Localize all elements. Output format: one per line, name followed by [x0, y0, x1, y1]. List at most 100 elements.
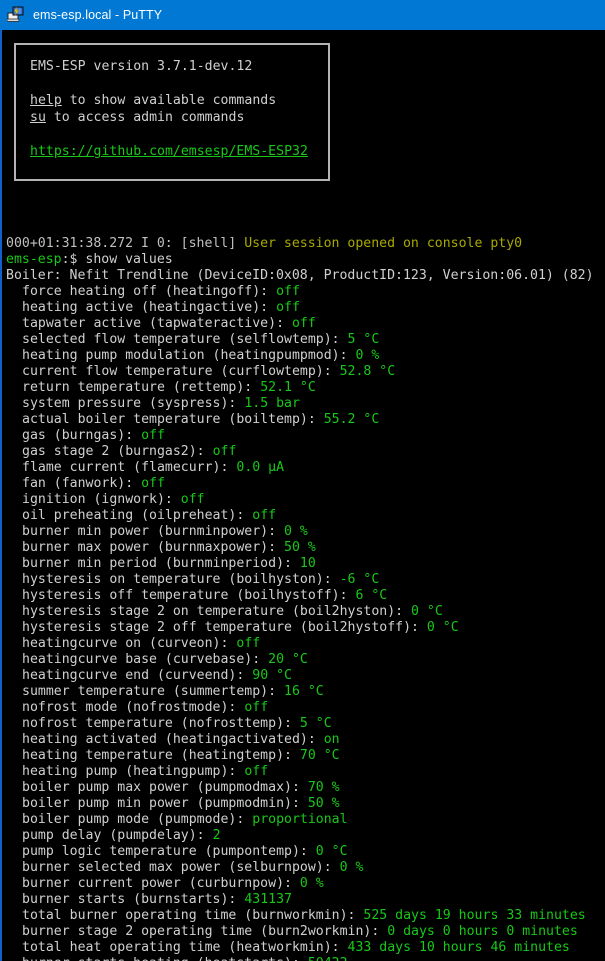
device-value-value: off	[180, 492, 205, 507]
device-value-row: heating active (heatingactive): off	[6, 300, 605, 316]
window-title-bar[interactable]: ems-esp.local - PuTTY	[0, 0, 605, 30]
device-value-row: total heat operating time (heatworkmin):…	[6, 940, 605, 956]
terminal-output: 000+01:31:38.272 I 0: [shell] User sessi…	[2, 236, 605, 961]
prompt-separator: :$	[61, 252, 86, 267]
device-value-row: flame current (flamecurr): 0.0 µA	[6, 460, 605, 476]
device-value-list: force heating off (heatingoff): off heati…	[6, 284, 605, 961]
device-value-label: selected flow temperature (selflowtemp):	[22, 332, 348, 347]
welcome-spacer-1	[30, 75, 328, 92]
welcome-url-line: https://github.com/emsesp/EMS-ESP32	[30, 143, 328, 160]
github-url-link[interactable]: https://github.com/emsesp/EMS-ESP32	[30, 144, 308, 159]
device-value-row: nofrost mode (nofrostmode): off	[6, 700, 605, 716]
device-value-value: off	[252, 508, 277, 523]
device-value-row: current flow temperature (curflowtemp): …	[6, 364, 605, 380]
prompt-hostname: ems-esp	[6, 252, 62, 267]
device-value-label: burner starts heating (heatstarts):	[22, 956, 308, 961]
shell-prompt-line: ems-esp:$ show values	[6, 252, 605, 268]
device-value-label: burner max power (burnmaxpower):	[22, 540, 285, 555]
device-value-value: 0 %	[355, 348, 380, 363]
device-value-value: 55.2 °C	[323, 412, 380, 427]
device-value-row: gas (burngas): off	[6, 428, 605, 444]
device-value-label: tapwater active (tapwateractive):	[22, 316, 292, 331]
device-value-value: 5 °C	[299, 716, 332, 731]
device-value-label: system pressure (syspress):	[22, 396, 245, 411]
device-value-label: total heat operating time (heatworkmin):	[22, 940, 348, 955]
device-value-label: heatingcurve end (curveend):	[22, 668, 253, 683]
device-value-label: boiler pump max power (pumpmodmax):	[22, 780, 308, 795]
log-message: User session opened on console pty0	[244, 236, 523, 251]
device-value-label: fan (fanwork):	[22, 476, 142, 491]
device-value-row: burner min power (burnminpower): 0 %	[6, 524, 605, 540]
device-value-value: off	[244, 700, 269, 715]
device-value-row: burner stage 2 operating time (burn2work…	[6, 924, 605, 940]
device-value-row: burner min period (burnminperiod): 10	[6, 556, 605, 572]
device-value-value: off	[141, 428, 165, 443]
device-value-label: current flow temperature (curflowtemp):	[22, 364, 340, 379]
device-value-row: boiler pump min power (pumpmodmin): 50 %	[6, 796, 605, 812]
device-value-label: pump delay (pumpdelay):	[22, 828, 213, 843]
device-value-value: 52.8 °C	[339, 364, 396, 379]
welcome-version-line: EMS-ESP version 3.7.1-dev.12	[30, 59, 253, 74]
device-value-label: burner starts (burnstarts):	[22, 892, 245, 907]
device-value-label: heatingcurve on (curveon):	[22, 636, 237, 651]
device-value-row: hysteresis on temperature (boilhyston): …	[6, 572, 605, 588]
device-value-row: heating pump modulation (heatingpumpmod)…	[6, 348, 605, 364]
device-value-label: burner current power (curburnpow):	[22, 876, 300, 891]
device-value-row: summer temperature (summertemp): 16 °C	[6, 684, 605, 700]
device-value-row: force heating off (heatingoff): off	[6, 284, 605, 300]
device-value-value: 433 days 10 hours 46 minutes	[347, 940, 570, 955]
log-tag: [shell]	[180, 236, 245, 251]
device-value-value: 10	[299, 556, 316, 571]
device-value-value: 0 %	[339, 860, 364, 875]
terminal-screen[interactable]: EMS-ESP version 3.7.1-dev.12 help to sho…	[0, 30, 605, 961]
device-value-row: burner current power (curburnpow): 0 %	[6, 876, 605, 892]
device-value-value: 50 %	[284, 540, 316, 555]
device-value-value: 50 %	[307, 796, 340, 811]
device-value-row: heating temperature (heatingtemp): 70 °C	[6, 748, 605, 764]
device-value-value: 0 %	[299, 876, 324, 891]
window-title-text: ems-esp.local - PuTTY	[33, 8, 163, 22]
device-value-label: heating active (heatingactive):	[22, 300, 277, 315]
device-value-label: hysteresis stage 2 off temperature (boil…	[22, 620, 427, 635]
welcome-spacer-2	[30, 126, 328, 143]
su-command-link[interactable]: su	[30, 110, 46, 125]
device-value-value: 2	[212, 828, 221, 843]
device-value-row: tapwater active (tapwateractive): off	[6, 316, 605, 332]
device-value-row: pump logic temperature (pumpontemp): 0 °…	[6, 844, 605, 860]
device-value-value: 431137	[244, 892, 292, 907]
device-value-label: heating activated (heatingactivated):	[22, 732, 324, 747]
device-value-label: force heating off (heatingoff):	[22, 284, 277, 299]
device-value-value: off	[291, 316, 316, 331]
device-value-label: heatingcurve base (curvebase):	[22, 652, 269, 667]
device-value-label: hysteresis off temperature (boilhystoff)…	[22, 588, 356, 603]
device-value-label: burner min power (burnminpower):	[22, 524, 285, 539]
device-value-value: off	[276, 284, 300, 299]
device-value-value: 50422	[308, 956, 348, 961]
device-value-label: nofrost temperature (nofrosttemp):	[22, 716, 300, 731]
device-value-label: hysteresis on temperature (boilhyston):	[22, 572, 340, 587]
device-value-row: hysteresis stage 2 off temperature (boil…	[6, 620, 605, 636]
device-value-label: hysteresis stage 2 on temperature (boil2…	[22, 604, 412, 619]
device-value-row: burner starts (burnstarts): 431137	[6, 892, 605, 908]
device-value-value: off	[141, 476, 165, 491]
device-value-label: heating pump modulation (heatingpumpmod)…	[22, 348, 356, 363]
device-value-row: nofrost temperature (nofrosttemp): 5 °C	[6, 716, 605, 732]
device-value-value: 1.5 bar	[244, 396, 300, 411]
device-value-value: 525 days 19 hours 33 minutes	[363, 908, 586, 923]
device-value-value: off	[276, 300, 300, 315]
device-value-row: gas stage 2 (burngas2): off	[6, 444, 605, 460]
welcome-su-line: su to access admin commands	[30, 109, 328, 126]
device-value-label: burner min period (burnminperiod):	[22, 556, 300, 571]
device-value-label: gas (burngas):	[22, 428, 142, 443]
device-value-value: 70 °C	[299, 748, 340, 763]
device-value-value: 0 °C	[411, 604, 443, 619]
device-value-value: 0 °C	[315, 844, 348, 859]
device-value-row: hysteresis stage 2 on temperature (boil2…	[6, 604, 605, 620]
entered-command: show values	[85, 252, 173, 267]
device-value-row: heating pump (heatingpump): off	[6, 764, 605, 780]
device-value-label: boiler pump mode (pumpmode):	[22, 812, 253, 827]
welcome-help-line: help to show available commands	[30, 92, 328, 109]
help-command-link[interactable]: help	[30, 93, 62, 108]
device-value-label: actual boiler temperature (boiltemp):	[22, 412, 324, 427]
device-value-row: burner max power (burnmaxpower): 50 %	[6, 540, 605, 556]
